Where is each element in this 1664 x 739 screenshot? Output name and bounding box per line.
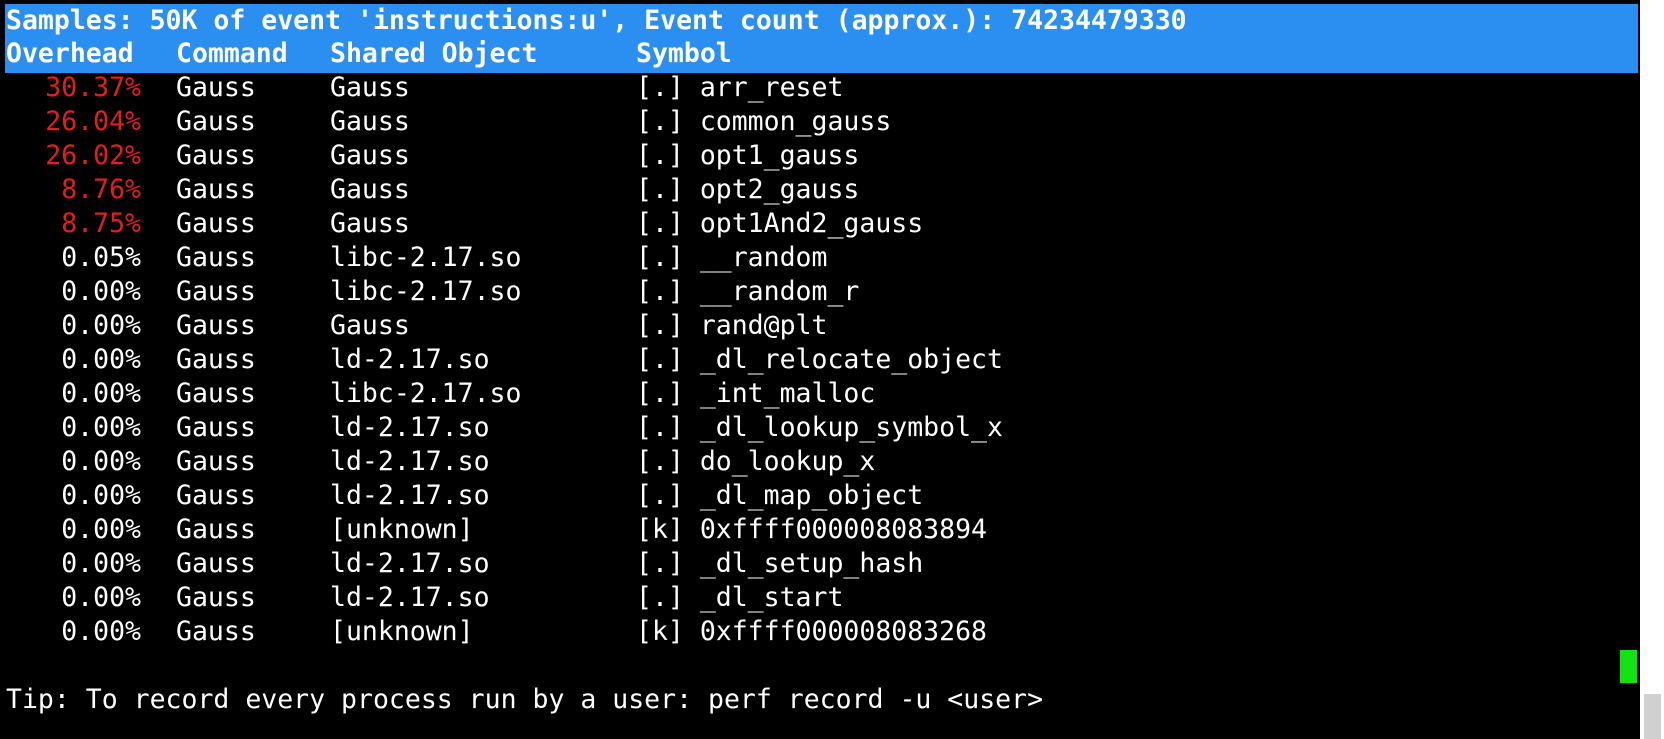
symbol-value: [.] rand@plt <box>636 310 828 341</box>
table-row[interactable]: 26.04% Gauss Gauss [.] common_gauss <box>6 105 891 139</box>
command-value: Gauss <box>176 480 256 511</box>
command-value: Gauss <box>176 242 256 273</box>
shared-object-value: Gauss <box>330 174 410 205</box>
shared-object-value: ld-2.17.so <box>330 582 490 613</box>
symbol-value: [.] _dl_relocate_object <box>636 344 1003 375</box>
overhead-value: 0.00% <box>61 514 141 545</box>
table-row[interactable]: 8.75% Gauss Gauss [.] opt1And2_gauss <box>6 207 923 241</box>
overhead-value: 0.00% <box>61 480 141 511</box>
column-header-overhead[interactable]: Overhead <box>6 37 134 71</box>
symbol-value: [.] common_gauss <box>636 106 892 137</box>
shared-object-value: libc-2.17.so <box>330 276 522 307</box>
shared-object-value: Gauss <box>330 72 410 103</box>
overhead-value: 0.00% <box>61 378 141 409</box>
shared-object-value: ld-2.17.so <box>330 344 490 375</box>
command-value: Gauss <box>176 106 256 137</box>
symbol-value: [.] opt2_gauss <box>636 174 860 205</box>
column-header-shared-object[interactable]: Shared Object <box>330 37 537 71</box>
scrollbar-track[interactable] <box>1640 0 1664 739</box>
overhead-value: 0.00% <box>61 582 141 613</box>
table-row[interactable]: 0.00% Gauss libc-2.17.so [.] _int_malloc <box>6 377 875 411</box>
symbol-value: [.] _dl_start <box>636 582 844 613</box>
overhead-value: 8.75% <box>61 208 141 239</box>
overhead-value: 0.00% <box>61 412 141 443</box>
overhead-value: 0.00% <box>61 344 141 375</box>
symbol-value: [.] do_lookup_x <box>636 446 876 477</box>
command-value: Gauss <box>176 208 256 239</box>
table-row[interactable]: 0.05% Gauss libc-2.17.so [.] __random <box>6 241 827 275</box>
overhead-value: 8.76% <box>61 174 141 205</box>
table-row[interactable]: 30.37% Gauss Gauss [.] arr_reset <box>6 71 843 105</box>
table-row[interactable]: 8.76% Gauss Gauss [.] opt2_gauss <box>6 173 859 207</box>
table-row[interactable]: 0.00% Gauss ld-2.17.so [.] do_lookup_x <box>6 445 875 479</box>
command-value: Gauss <box>176 276 256 307</box>
shared-object-value: ld-2.17.so <box>330 446 490 477</box>
table-row[interactable]: 0.00% Gauss Gauss [.] rand@plt <box>6 309 827 343</box>
shared-object-value: libc-2.17.so <box>330 378 522 409</box>
column-headers: Overhead Command Shared Object Symbol <box>6 37 732 71</box>
symbol-value: [.] arr_reset <box>636 72 844 103</box>
perf-report-terminal[interactable]: Samples: 50K of event 'instructions:u', … <box>0 0 1664 739</box>
shared-object-value: libc-2.17.so <box>330 242 522 273</box>
tip-line: Tip: To record every process run by a us… <box>6 684 1044 715</box>
symbol-value: [.] _dl_map_object <box>636 480 924 511</box>
overhead-value: 26.04% <box>45 106 141 137</box>
symbol-value: [.] _dl_lookup_symbol_x <box>636 412 1003 443</box>
command-value: Gauss <box>176 446 256 477</box>
symbol-value: [.] __random <box>636 242 828 273</box>
command-value: Gauss <box>176 582 256 613</box>
command-value: Gauss <box>176 616 256 647</box>
table-row[interactable]: 0.00% Gauss [unknown] [k] 0xffff00000808… <box>6 615 987 649</box>
shared-object-value: ld-2.17.so <box>330 548 490 579</box>
overhead-value: 26.02% <box>45 140 141 171</box>
shared-object-value: [unknown] <box>330 616 474 647</box>
table-row[interactable]: 0.00% Gauss ld-2.17.so [.] _dl_relocate_… <box>6 343 1003 377</box>
command-value: Gauss <box>176 412 256 443</box>
table-row[interactable]: 0.00% Gauss libc-2.17.so [.] __random_r <box>6 275 859 309</box>
shared-object-value: Gauss <box>330 208 410 239</box>
shared-object-value: ld-2.17.so <box>330 412 490 443</box>
command-value: Gauss <box>176 344 256 375</box>
command-value: Gauss <box>176 140 256 171</box>
symbol-value: [.] __random_r <box>636 276 860 307</box>
overhead-value: 0.05% <box>61 242 141 273</box>
shared-object-value: Gauss <box>330 140 410 171</box>
shared-object-value: ld-2.17.so <box>330 480 490 511</box>
overhead-value: 0.00% <box>61 616 141 647</box>
symbol-value: [.] _int_malloc <box>636 378 876 409</box>
column-header-symbol[interactable]: Symbol <box>636 37 732 71</box>
command-value: Gauss <box>176 72 256 103</box>
table-row[interactable]: 0.00% Gauss ld-2.17.so [.] _dl_map_objec… <box>6 479 923 513</box>
symbol-value: [.] _dl_setup_hash <box>636 548 924 579</box>
table-row[interactable]: 0.00% Gauss ld-2.17.so [.] _dl_start <box>6 581 843 615</box>
scrollbar-thumb[interactable] <box>1644 694 1661 739</box>
overhead-value: 0.00% <box>61 310 141 341</box>
table-row[interactable]: 0.00% Gauss ld-2.17.so [.] _dl_lookup_sy… <box>6 411 1003 445</box>
shared-object-value: [unknown] <box>330 514 474 545</box>
command-value: Gauss <box>176 378 256 409</box>
overhead-value: 0.00% <box>61 548 141 579</box>
table-row[interactable]: 0.00% Gauss [unknown] [k] 0xffff00000808… <box>6 513 987 547</box>
table-row[interactable]: 26.02% Gauss Gauss [.] opt1_gauss <box>6 139 859 173</box>
terminal-cursor <box>1620 650 1637 683</box>
samples-summary: Samples: 50K of event 'instructions:u', … <box>6 5 1187 36</box>
command-value: Gauss <box>176 514 256 545</box>
shared-object-value: Gauss <box>330 310 410 341</box>
command-value: Gauss <box>176 548 256 579</box>
symbol-value: [k] 0xffff000008083894 <box>636 514 987 545</box>
overhead-value: 30.37% <box>45 72 141 103</box>
column-header-command[interactable]: Command <box>176 37 288 71</box>
symbol-value: [k] 0xffff000008083268 <box>636 616 987 647</box>
command-value: Gauss <box>176 174 256 205</box>
table-row[interactable]: 0.00% Gauss ld-2.17.so [.] _dl_setup_has… <box>6 547 923 581</box>
symbol-value: [.] opt1_gauss <box>636 140 860 171</box>
symbol-value: [.] opt1And2_gauss <box>636 208 924 239</box>
shared-object-value: Gauss <box>330 106 410 137</box>
command-value: Gauss <box>176 310 256 341</box>
overhead-value: 0.00% <box>61 446 141 477</box>
overhead-value: 0.00% <box>61 276 141 307</box>
